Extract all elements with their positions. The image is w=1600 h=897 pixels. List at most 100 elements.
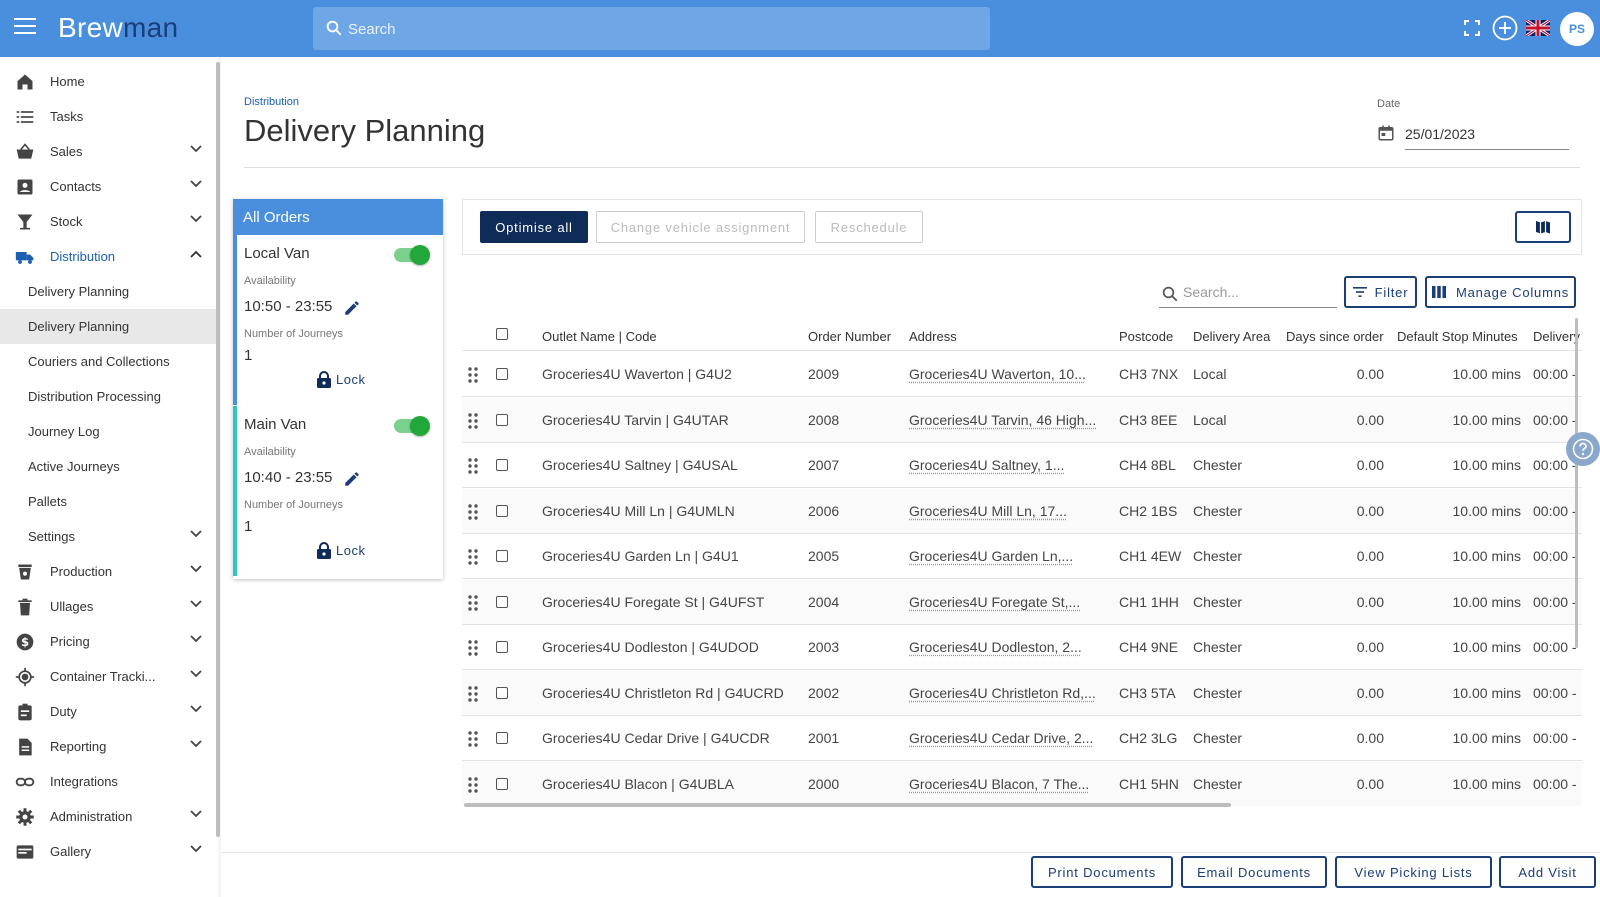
- reschedule-button[interactable]: Reschedule: [815, 211, 923, 243]
- change-vehicle-button[interactable]: Change vehicle assignment: [596, 211, 805, 243]
- brand-logo[interactable]: Brewman: [58, 12, 178, 44]
- cell-address[interactable]: Groceries4U Cedar Drive, 2...: [909, 730, 1093, 746]
- row-checkbox[interactable]: [496, 368, 508, 380]
- all-orders-header[interactable]: All Orders: [233, 199, 443, 235]
- cell-address[interactable]: Groceries4U Garden Ln,...: [909, 548, 1073, 564]
- table-row[interactable]: Groceries4U Mill Ln | G4UMLN 2006 Grocerie…: [462, 488, 1582, 534]
- row-checkbox[interactable]: [496, 732, 508, 744]
- cell-address[interactable]: Groceries4U Tarvin, 46 High...: [909, 412, 1096, 428]
- cell-address[interactable]: Groceries4U Dodleston, 2...: [909, 639, 1082, 655]
- table-row[interactable]: Groceries4U Garden Ln | G4U1 2005 Grocerie…: [462, 534, 1582, 579]
- select-all-checkbox[interactable]: [496, 328, 508, 340]
- sidebar-item-production[interactable]: Production: [0, 554, 218, 589]
- vehicle-card-main-van[interactable]: Main Van Availability 10:40 - 23:55 Numb…: [233, 406, 443, 576]
- table-row[interactable]: Groceries4U Saltney | G4USAL 2007 Grocerie…: [462, 443, 1582, 488]
- sidebar-item-administration[interactable]: Administration: [0, 799, 218, 834]
- calendar-icon[interactable]: [1377, 124, 1395, 142]
- map-view-button[interactable]: [1515, 211, 1571, 243]
- edit-icon[interactable]: [343, 470, 361, 488]
- sidebar-item-delivery-planning-active[interactable]: Delivery Planning: [0, 309, 218, 344]
- add-icon[interactable]: [1491, 14, 1519, 42]
- table-row[interactable]: Groceries4U Tarvin | G4UTAR 2008 Groceries…: [462, 397, 1582, 443]
- table-row[interactable]: Groceries4U Blacon | G4UBLA 2000 Groceries…: [462, 761, 1582, 806]
- sidebar-item-pallets[interactable]: Pallets: [0, 484, 218, 519]
- table-row[interactable]: Groceries4U Dodleston | G4UDOD 2003 Grocer…: [462, 625, 1582, 670]
- drag-handle-icon[interactable]: [468, 458, 478, 474]
- user-avatar[interactable]: PS: [1560, 12, 1594, 46]
- cell-address[interactable]: Groceries4U Waverton, 10...: [909, 366, 1086, 382]
- drag-handle-icon[interactable]: [468, 776, 478, 793]
- sidebar-item-contacts[interactable]: Contacts: [0, 169, 218, 204]
- uk-flag-icon[interactable]: [1524, 14, 1552, 42]
- drag-handle-icon[interactable]: [468, 640, 478, 656]
- sidebar-item-journey-log[interactable]: Journey Log: [0, 414, 218, 449]
- cell-address[interactable]: Groceries4U Mill Ln, 17...: [909, 503, 1067, 519]
- row-checkbox[interactable]: [496, 459, 508, 471]
- sidebar-item-pricing[interactable]: $ Pricing: [0, 624, 218, 659]
- drag-handle-icon[interactable]: [468, 367, 478, 383]
- manage-columns-button[interactable]: Manage Columns: [1425, 276, 1576, 308]
- row-checkbox[interactable]: [496, 413, 508, 426]
- table-row[interactable]: Groceries4U Foregate St | G4UFST 2004 Groc…: [462, 579, 1582, 625]
- drag-handle-icon[interactable]: [468, 685, 478, 702]
- date-input[interactable]: 25/01/2023: [1405, 120, 1569, 150]
- optimise-all-button[interactable]: Optimise all: [480, 211, 588, 243]
- email-documents-button[interactable]: Email Documents: [1181, 856, 1327, 888]
- table-row[interactable]: Groceries4U Cedar Drive | G4UCDR 2001 Groc…: [462, 716, 1582, 761]
- column-header-delivery-area[interactable]: Delivery Area: [1193, 329, 1270, 344]
- sidebar-item-couriers[interactable]: Couriers and Collections: [0, 344, 218, 379]
- table-row[interactable]: Groceries4U Waverton | G4U2 2009 Groceries…: [462, 352, 1582, 397]
- sidebar-item-active-journeys[interactable]: Active Journeys: [0, 449, 218, 484]
- row-checkbox[interactable]: [496, 504, 508, 517]
- sidebar-item-tasks[interactable]: Tasks: [0, 99, 218, 134]
- row-checkbox[interactable]: [496, 550, 508, 562]
- column-header-delivery[interactable]: Delivery: [1533, 329, 1580, 344]
- sidebar-item-sales[interactable]: Sales: [0, 134, 218, 169]
- sidebar-item-stock[interactable]: Stock: [0, 204, 218, 239]
- lock-button[interactable]: Lock: [317, 371, 365, 388]
- print-documents-button[interactable]: Print Documents: [1031, 856, 1173, 888]
- edit-icon[interactable]: [343, 299, 361, 317]
- sidebar-item-settings[interactable]: Settings: [0, 519, 218, 554]
- table-horizontal-scrollbar[interactable]: [464, 803, 1231, 807]
- filter-button[interactable]: Filter: [1344, 276, 1417, 308]
- help-button[interactable]: [1566, 432, 1600, 466]
- drag-handle-icon[interactable]: [468, 594, 478, 611]
- sidebar-scrollbar[interactable]: [216, 62, 220, 837]
- cell-address[interactable]: Groceries4U Saltney, 1...: [909, 457, 1064, 473]
- cell-address[interactable]: Groceries4U Blacon, 7 The...: [909, 776, 1089, 792]
- drag-handle-icon[interactable]: [468, 549, 478, 565]
- sidebar-item-integrations[interactable]: Integrations: [0, 764, 218, 799]
- drag-handle-icon[interactable]: [468, 503, 478, 520]
- row-checkbox[interactable]: [496, 777, 508, 790]
- global-search-input[interactable]: [348, 15, 968, 43]
- table-vertical-scrollbar[interactable]: [1575, 318, 1578, 648]
- sidebar-item-duty[interactable]: Duty: [0, 694, 218, 729]
- vehicle-toggle[interactable]: [394, 244, 430, 266]
- view-picking-lists-button[interactable]: View Picking Lists: [1335, 856, 1492, 888]
- add-visit-button[interactable]: Add Visit: [1499, 856, 1596, 888]
- column-header-order-number[interactable]: Order Number: [808, 329, 891, 344]
- column-header-days-since-order[interactable]: Days since order: [1286, 329, 1384, 344]
- sidebar-item-distribution-processing[interactable]: Distribution Processing: [0, 379, 218, 414]
- sidebar-item-ullages[interactable]: Ullages: [0, 589, 218, 624]
- row-checkbox[interactable]: [496, 595, 508, 608]
- lock-button[interactable]: Lock: [317, 542, 365, 559]
- sidebar-item-delivery-planning[interactable]: Delivery Planning: [0, 274, 218, 309]
- table-row[interactable]: Groceries4U Christleton Rd | G4UCRD 2002 G…: [462, 670, 1582, 716]
- breadcrumb[interactable]: Distribution: [244, 96, 299, 108]
- row-checkbox[interactable]: [496, 641, 508, 653]
- drag-handle-icon[interactable]: [468, 412, 478, 429]
- drag-handle-icon[interactable]: [468, 731, 478, 747]
- menu-icon[interactable]: [14, 18, 36, 38]
- column-header-default-stop-minutes[interactable]: Default Stop Minutes: [1397, 329, 1518, 344]
- row-checkbox[interactable]: [496, 686, 508, 699]
- fullscreen-icon[interactable]: [1458, 14, 1486, 42]
- vehicle-card-local-van[interactable]: Local Van Availability 10:50 - 23:55 Num…: [233, 235, 443, 405]
- sidebar-item-reporting[interactable]: Reporting: [0, 729, 218, 764]
- sidebar-item-distribution[interactable]: Distribution: [0, 239, 218, 274]
- column-header-address[interactable]: Address: [909, 329, 957, 344]
- sidebar-item-home[interactable]: Home: [0, 64, 218, 99]
- cell-address[interactable]: Groceries4U Christleton Rd,...: [909, 685, 1096, 701]
- cell-address[interactable]: Groceries4U Foregate St,...: [909, 594, 1080, 610]
